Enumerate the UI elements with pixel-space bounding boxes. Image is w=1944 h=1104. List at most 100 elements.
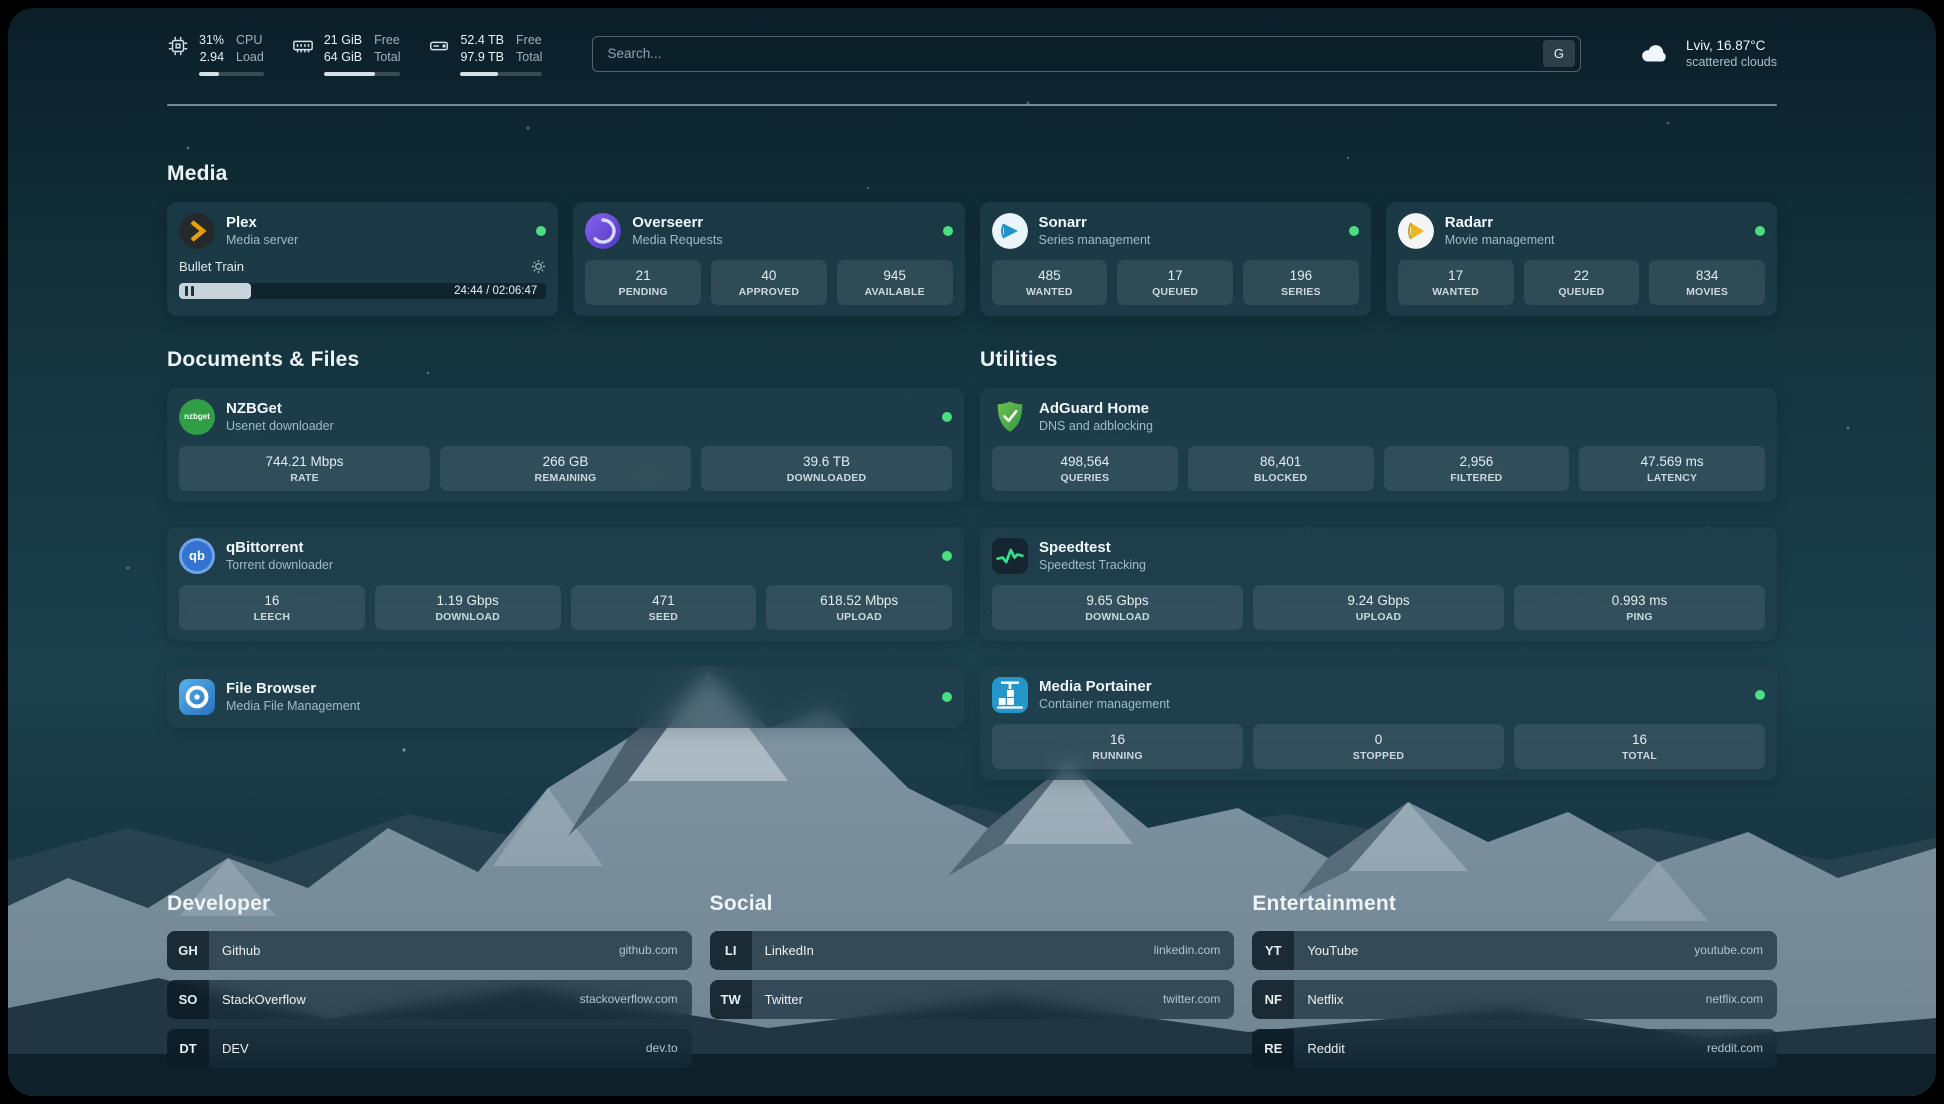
weather-widget: Lviv, 16.87°C scattered clouds [1635,38,1777,69]
status-dot [1755,226,1765,236]
service-card-plex[interactable]: Plex Media server Bullet Train [167,202,558,316]
stat-total: 16 TOTAL [1514,724,1765,769]
bookmark-stackoverflow[interactable]: SO StackOverflow stackoverflow.com [167,980,692,1019]
bookmark-abbr: YT [1252,931,1294,970]
radarr-icon [1398,213,1434,249]
cpu-widget: 31% CPU 2.94 Load [167,32,264,76]
cpu-percent: 31% [199,32,224,48]
section-documents: Documents & Files nzbget NZBGet Usenet d… [167,348,964,780]
adguard-icon [992,399,1028,435]
status-dot [942,412,952,422]
bookmark-name: Reddit [1307,1041,1345,1056]
bookmark-reddit[interactable]: RE Reddit reddit.com [1252,1029,1777,1068]
cpu-label: CPU [236,32,264,48]
memory-usage-bar [324,72,401,76]
disk-total-label: Total [516,49,542,65]
search-input[interactable] [607,46,1543,61]
gear-icon[interactable] [531,259,546,274]
bookmark-abbr: SO [167,980,209,1019]
disk-free: 52.4 TB [460,32,504,48]
bookmark-name: Netflix [1307,992,1343,1007]
bookmark-name: YouTube [1307,943,1358,958]
search-bar[interactable]: G [592,36,1581,72]
service-description: Usenet downloader [226,419,334,433]
service-name: qBittorrent [226,539,333,556]
bookmark-name: StackOverflow [222,992,306,1007]
bookmark-linkedin[interactable]: LI LinkedIn linkedin.com [710,931,1235,970]
stat-stopped: 0 STOPPED [1253,724,1504,769]
bookmark-dev[interactable]: DT DEV dev.to [167,1029,692,1068]
service-description: Media File Management [226,699,360,713]
stat-ping: 0.993 ms PING [1514,585,1765,630]
service-card-portainer[interactable]: Media Portainer Container management 16 … [980,666,1777,780]
bookmark-name: Github [222,943,260,958]
pause-icon[interactable] [185,286,197,296]
service-name: Overseerr [632,214,722,231]
cpu-usage-bar [199,72,264,76]
bookmark-url: linkedin.com [1154,943,1221,957]
service-description: Media Requests [632,233,722,247]
weather-condition: scattered clouds [1686,55,1777,69]
service-card-qbittorrent[interactable]: qb qBittorrent Torrent downloader 16 LEE… [167,527,964,641]
disk-total: 97.9 TB [460,49,504,65]
stat-movies: 834 MOVIES [1649,260,1765,305]
stat-queued: 22 QUEUED [1524,260,1640,305]
bookmark-youtube[interactable]: YT YouTube youtube.com [1252,931,1777,970]
playback-progress[interactable]: 24:44 / 02:06:47 [179,283,546,299]
weather-location: Lviv, 16.87°C [1686,38,1777,53]
memory-free-label: Free [374,32,400,48]
stat-running: 16 RUNNING [992,724,1243,769]
stat-wanted: 17 WANTED [1398,260,1514,305]
stat-series: 196 SERIES [1243,260,1359,305]
bookmark-netflix[interactable]: NF Netflix netflix.com [1252,980,1777,1019]
bookmark-twitter[interactable]: TW Twitter twitter.com [710,980,1235,1019]
bookmark-name: Twitter [765,992,803,1007]
memory-total: 64 GiB [324,49,362,65]
memory-icon [292,35,314,57]
stat-download: 1.19 Gbps DOWNLOAD [375,585,561,630]
bookmark-github[interactable]: GH Github github.com [167,931,692,970]
bookmark-url: twitter.com [1163,992,1220,1006]
status-dot [536,226,546,236]
entertainment-section-title: Entertainment [1252,892,1777,916]
section-utilities: Utilities AdGuard [980,348,1777,780]
service-card-sonarr[interactable]: Sonarr Series management 485 WANTED 17 Q… [980,202,1371,316]
service-card-overseerr[interactable]: Overseerr Media Requests 21 PENDING 40 A… [573,202,964,316]
service-name: Plex [226,214,298,231]
service-card-nzbget[interactable]: nzbget NZBGet Usenet downloader 744.21 M… [167,388,964,502]
service-card-radarr[interactable]: Radarr Movie management 17 WANTED 22 QUE… [1386,202,1777,316]
stat-queued: 17 QUEUED [1117,260,1233,305]
service-description: Movie management [1445,233,1555,247]
service-card-speedtest[interactable]: Speedtest Speedtest Tracking 9.65 Gbps D… [980,527,1777,641]
stat-leech: 16 LEECH [179,585,365,630]
bookmark-abbr: NF [1252,980,1294,1019]
topbar-divider [167,104,1777,106]
stat-blocked: 86,401 BLOCKED [1188,446,1374,491]
cpu-chip-icon [167,35,189,57]
bookmark-url: netflix.com [1706,992,1763,1006]
stat-downloaded: 39.6 TB DOWNLOADED [701,446,952,491]
stat-download: 9.65 Gbps DOWNLOAD [992,585,1243,630]
status-dot [942,551,952,561]
stat-remaining: 266 GB REMAINING [440,446,691,491]
bookmark-abbr: GH [167,931,209,970]
stat-upload: 9.24 Gbps UPLOAD [1253,585,1504,630]
bookmark-abbr: LI [710,931,752,970]
bookmark-abbr: TW [710,980,752,1019]
dashboard-screen: 31% CPU 2.94 Load [8,8,1936,1096]
bookmark-url: youtube.com [1694,943,1763,957]
utilities-section-title: Utilities [980,348,1777,372]
stat-rate: 744.21 Mbps RATE [179,446,430,491]
service-card-adguard[interactable]: AdGuard Home DNS and adblocking 498,564 … [980,388,1777,502]
memory-total-label: Total [374,49,400,65]
bookmark-url: dev.to [646,1041,678,1055]
service-card-filebrowser[interactable]: File Browser Media File Management [167,666,964,728]
stat-available: 945 AVAILABLE [837,260,953,305]
service-description: Container management [1039,697,1170,711]
search-provider-button[interactable]: G [1543,40,1575,67]
stat-latency: 47.569 ms LATENCY [1579,446,1765,491]
nzbget-icon: nzbget [179,399,215,435]
bookmark-abbr: RE [1252,1029,1294,1068]
bookmark-url: github.com [619,943,678,957]
stat-filtered: 2,956 FILTERED [1384,446,1570,491]
